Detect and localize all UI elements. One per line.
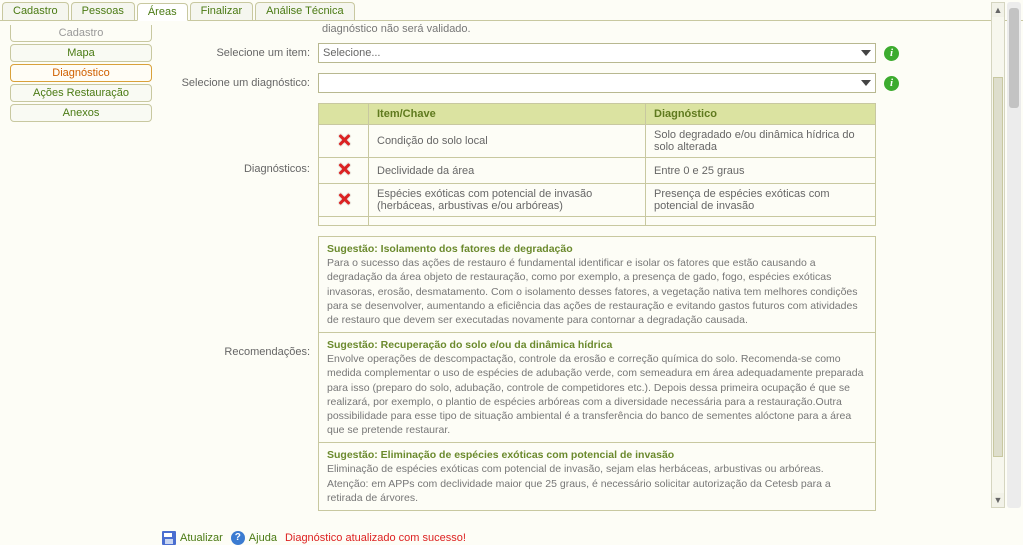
cell-diag: Presença de espécies exóticas com potenc… [646, 184, 876, 217]
recommendation-item: Sugestão: Recuperação do solo e/ou da di… [319, 333, 875, 443]
rec-body: Para o sucesso das ações de restauro é f… [327, 257, 858, 326]
success-message: Diagnóstico atualizado com sucesso! [285, 532, 466, 544]
delete-icon[interactable] [337, 133, 351, 147]
info-icon[interactable]: i [884, 46, 899, 61]
actions-bar: Atualizar ? Ajuda Diagnóstico atualizado… [162, 521, 993, 545]
table-row: Espécies exóticas com potencial de invas… [319, 184, 876, 217]
tab-areas[interactable]: Áreas [137, 3, 188, 21]
scroll-thumb[interactable] [993, 77, 1003, 457]
table-row [319, 217, 876, 226]
diagnosticos-table: Item/Chave Diagnóstico Condição do solo … [318, 103, 876, 226]
tab-label: Áreas [148, 6, 177, 18]
table-header-row: Item/Chave Diagnóstico [319, 104, 876, 125]
cell-item: Condição do solo local [369, 125, 646, 158]
label-recomendacoes: Recomendações: [162, 236, 318, 358]
scroll-up-icon[interactable]: ▲ [992, 3, 1004, 17]
th-diagnostico: Diagnóstico [646, 104, 876, 125]
cell-diag: Entre 0 e 25 graus [646, 158, 876, 184]
scroll-track[interactable] [992, 17, 1004, 493]
cell-item: Espécies exóticas com potencial de invas… [369, 184, 646, 217]
outer-scrollbar[interactable] [1007, 2, 1021, 508]
sidebar-item-acoes-restauracao[interactable]: Ações Restauração [10, 84, 152, 102]
label-diagnosticos: Diagnósticos: [162, 103, 318, 175]
scroll-down-icon[interactable]: ▼ [992, 493, 1004, 507]
rec-title: Sugestão: Eliminação de espécies exótica… [327, 448, 867, 462]
select-item-value: Selecione... [323, 47, 380, 59]
sidebar-item-anexos[interactable]: Anexos [10, 104, 152, 122]
delete-icon[interactable] [337, 162, 351, 176]
app-frame: Cadastro Pessoas Áreas Finalizar Análise… [0, 0, 1023, 518]
top-tabs: Cadastro Pessoas Áreas Finalizar Análise… [0, 0, 1023, 21]
sidebar-item-label: Mapa [67, 47, 95, 59]
sidebar-item-label: Anexos [63, 107, 100, 119]
save-icon [162, 531, 176, 545]
tab-analise-tecnica[interactable]: Análise Técnica [255, 2, 354, 20]
rec-title: Sugestão: Recuperação do solo e/ou da di… [327, 338, 867, 352]
select-item[interactable]: Selecione... [318, 43, 876, 63]
cell-item: Declividade da área [369, 158, 646, 184]
help-icon: ? [231, 531, 245, 545]
recommendation-item: Sugestão: Eliminação de espécies exótica… [319, 443, 875, 510]
rec-body: Eliminação de espécies exóticas com pote… [327, 463, 831, 503]
table-row: Declividade da área Entre 0 e 25 graus [319, 158, 876, 184]
sidebar-item-diagnostico[interactable]: Diagnóstico [10, 64, 152, 82]
delete-icon[interactable] [337, 192, 351, 206]
tab-label: Análise Técnica [266, 5, 343, 17]
help-button[interactable]: ? Ajuda [231, 531, 277, 545]
recommendation-item: Sugestão: Isolamento dos fatores de degr… [319, 237, 875, 333]
chevron-down-icon [861, 80, 871, 86]
help-label: Ajuda [249, 532, 277, 544]
sidebar: Cadastro Mapa Diagnóstico Ações Restaura… [0, 21, 158, 545]
tab-label: Cadastro [13, 5, 58, 17]
main-content: diagnóstico não será validado. Selecione… [158, 21, 1023, 545]
label-select-item: Selecione um item: [162, 47, 318, 59]
th-actions [319, 104, 369, 125]
label-select-diag: Selecione um diagnóstico: [162, 77, 318, 89]
cell-diag: Solo degradado e/ou dinâmica hídrica do … [646, 125, 876, 158]
sidebar-item-cadastro[interactable]: Cadastro [10, 25, 152, 42]
update-button[interactable]: Atualizar [162, 531, 223, 545]
tab-label: Finalizar [201, 5, 243, 17]
update-label: Atualizar [180, 532, 223, 544]
tab-label: Pessoas [82, 5, 124, 17]
recomendacoes-box: Sugestão: Isolamento dos fatores de degr… [318, 236, 876, 511]
scroll-thumb[interactable] [1009, 8, 1019, 108]
tab-pessoas[interactable]: Pessoas [71, 2, 135, 20]
table-row: Condição do solo local Solo degradado e/… [319, 125, 876, 158]
tab-cadastro[interactable]: Cadastro [2, 2, 69, 20]
sidebar-item-label: Cadastro [59, 27, 104, 39]
info-icon[interactable]: i [884, 76, 899, 91]
sidebar-item-label: Ações Restauração [33, 87, 129, 99]
inner-scrollbar[interactable]: ▲ ▼ [991, 2, 1005, 508]
sidebar-item-mapa[interactable]: Mapa [10, 44, 152, 62]
warning-tail: diagnóstico não será validado. [162, 21, 993, 43]
th-item-chave: Item/Chave [369, 104, 646, 125]
select-diagnostico[interactable] [318, 73, 876, 93]
rec-title: Sugestão: Isolamento dos fatores de degr… [327, 242, 867, 256]
sidebar-item-label: Diagnóstico [52, 67, 109, 79]
chevron-down-icon [861, 50, 871, 56]
tab-finalizar[interactable]: Finalizar [190, 2, 254, 20]
rec-body: Envolve operações de descompactação, con… [327, 353, 863, 436]
